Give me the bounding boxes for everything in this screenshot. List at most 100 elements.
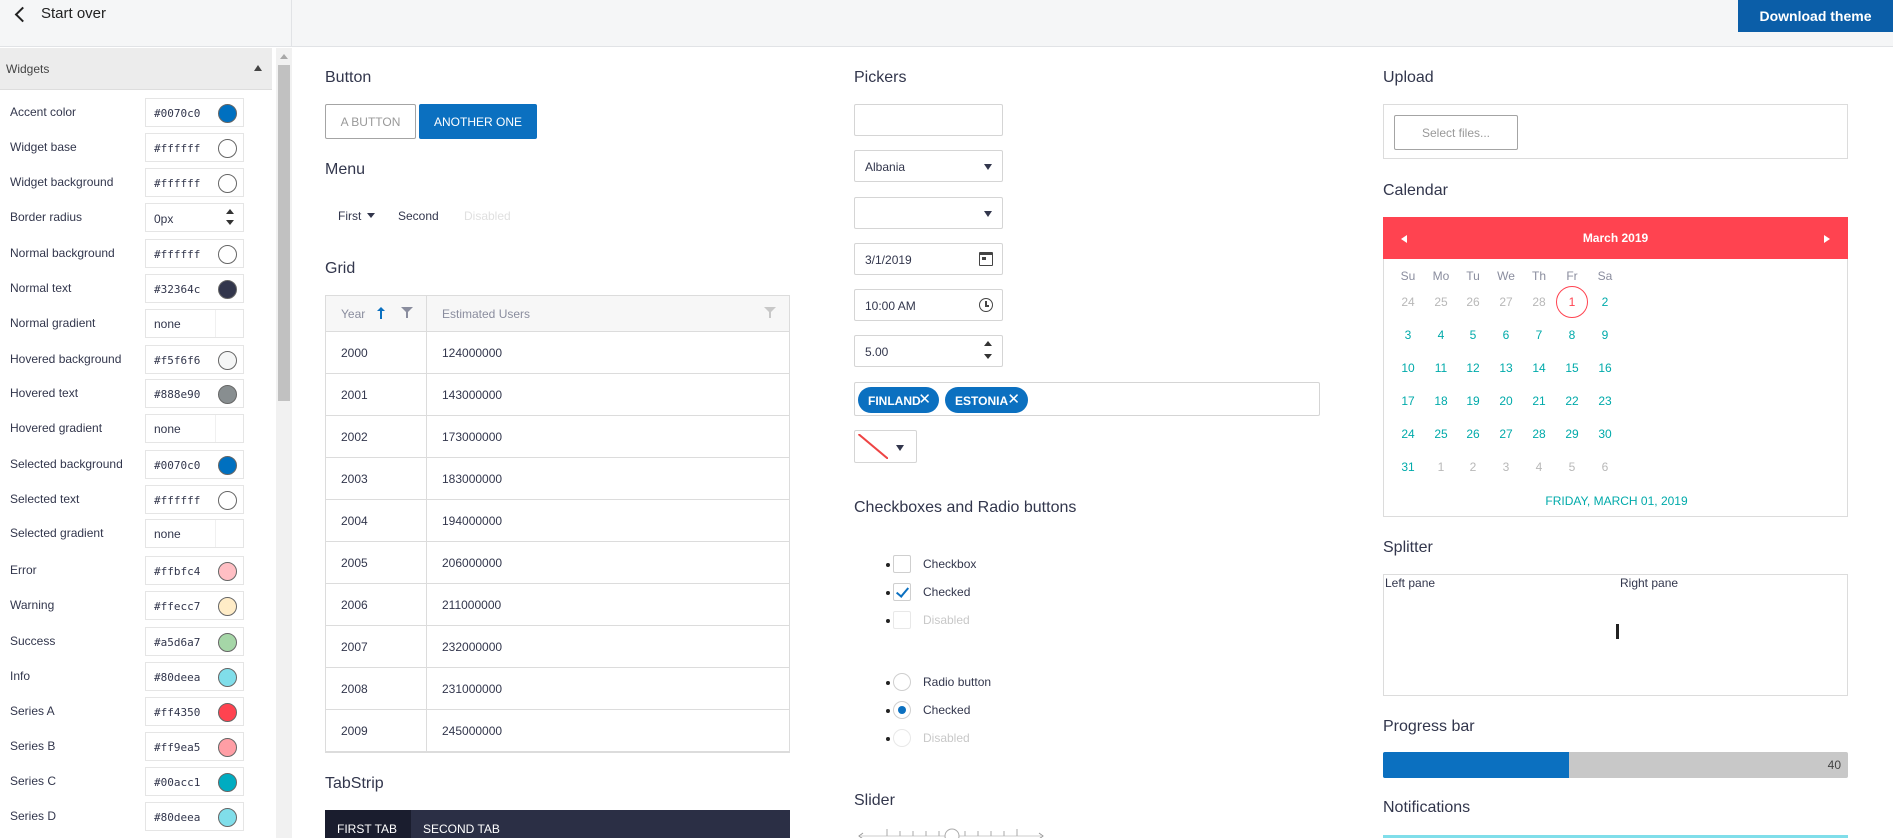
- numeric-textbox[interactable]: 5.00: [854, 335, 1003, 367]
- column-header-year[interactable]: Year: [326, 296, 427, 332]
- remove-tag-icon[interactable]: ✕: [918, 392, 931, 407]
- combobox[interactable]: [854, 197, 1003, 229]
- table-row[interactable]: 2005 206000000: [326, 542, 789, 584]
- spinner-arrows-icon[interactable]: [226, 209, 234, 227]
- property-input[interactable]: #0070c0: [145, 98, 244, 127]
- calendar-day[interactable]: 5: [1556, 451, 1588, 483]
- calendar-day[interactable]: 27: [1490, 418, 1522, 450]
- a-button[interactable]: A button: [325, 104, 416, 139]
- clock-icon[interactable]: [979, 298, 993, 312]
- dropdown-list[interactable]: Albania: [854, 150, 1003, 182]
- widgets-section-header[interactable]: Widgets: [0, 48, 272, 90]
- color-swatch-icon[interactable]: [218, 104, 237, 123]
- color-swatch-icon[interactable]: [218, 773, 237, 792]
- color-swatch-icon[interactable]: [218, 597, 237, 616]
- calendar-day[interactable]: 13: [1490, 352, 1522, 384]
- calendar-icon[interactable]: [979, 252, 993, 266]
- date-picker[interactable]: 3/1/2019: [854, 243, 1003, 275]
- table-row[interactable]: 2000 124000000: [326, 332, 789, 374]
- calendar-day[interactable]: 8: [1556, 319, 1588, 351]
- sidebar-scrollbar[interactable]: [276, 48, 292, 838]
- slider[interactable]: [857, 826, 1045, 838]
- table-row[interactable]: 2006 211000000: [326, 584, 789, 626]
- collapse-triangle-icon[interactable]: [254, 65, 262, 71]
- caret-down-icon[interactable]: [984, 211, 992, 217]
- property-input[interactable]: #888e90: [145, 379, 244, 408]
- color-picker[interactable]: [854, 430, 917, 463]
- calendar-day[interactable]: 24: [1392, 418, 1424, 450]
- filter-icon[interactable]: [401, 307, 413, 319]
- table-row[interactable]: 2003 183000000: [326, 458, 789, 500]
- calendar-day[interactable]: 10: [1392, 352, 1424, 384]
- calendar-day[interactable]: 1: [1425, 451, 1457, 483]
- calendar-day[interactable]: 22: [1556, 385, 1588, 417]
- calendar-day[interactable]: 28: [1523, 418, 1555, 450]
- property-input[interactable]: 0px: [145, 203, 244, 232]
- property-input[interactable]: #ffffff: [145, 485, 244, 514]
- table-row[interactable]: 2007 232000000: [326, 626, 789, 668]
- color-swatch-icon[interactable]: [218, 562, 237, 581]
- color-swatch-icon[interactable]: [218, 633, 237, 652]
- filter-icon[interactable]: [764, 307, 776, 319]
- tab-second[interactable]: Second tab: [411, 810, 521, 838]
- calendar-day[interactable]: 5: [1457, 319, 1489, 351]
- calendar-day[interactable]: 6: [1589, 451, 1621, 483]
- slider-track[interactable]: [857, 826, 1045, 838]
- menu-item-second[interactable]: Second: [398, 209, 439, 223]
- table-row[interactable]: 2009 245000000: [326, 710, 789, 752]
- property-input[interactable]: #a5d6a7: [145, 627, 244, 656]
- property-input[interactable]: #ffffff: [145, 133, 244, 162]
- calendar-day[interactable]: 6: [1490, 319, 1522, 351]
- calendar-day[interactable]: 23: [1589, 385, 1621, 417]
- time-picker[interactable]: 10:00 AM: [854, 289, 1003, 321]
- remove-tag-icon[interactable]: ✕: [1007, 392, 1020, 407]
- table-row[interactable]: 2004 194000000: [326, 500, 789, 542]
- calendar-day[interactable]: 14: [1523, 352, 1555, 384]
- column-header-estimated-users[interactable]: Estimated Users: [427, 296, 789, 332]
- calendar-day[interactable]: 30: [1589, 418, 1621, 450]
- upload-dropzone[interactable]: Select files...: [1383, 104, 1848, 159]
- another-one-button[interactable]: Another one: [419, 104, 537, 139]
- color-swatch-icon[interactable]: [218, 808, 237, 827]
- start-over-button[interactable]: Start over: [0, 0, 292, 47]
- splitter-handle[interactable]: [1616, 624, 1619, 639]
- calendar-day[interactable]: 1: [1556, 286, 1588, 318]
- multiselect[interactable]: Finland ✕ Estonia ✕: [854, 382, 1320, 416]
- property-input[interactable]: #80deea: [145, 662, 244, 691]
- select-files-button[interactable]: Select files...: [1394, 115, 1518, 150]
- table-row[interactable]: 2001 143000000: [326, 374, 789, 416]
- calendar-day[interactable]: 3: [1490, 451, 1522, 483]
- property-input[interactable]: none: [145, 519, 244, 548]
- color-swatch-icon[interactable]: [218, 139, 237, 158]
- calendar-day[interactable]: 26: [1457, 286, 1489, 318]
- calendar-day[interactable]: 24: [1392, 286, 1424, 318]
- radio-checked[interactable]: [893, 701, 911, 719]
- calendar-day[interactable]: 21: [1523, 385, 1555, 417]
- autocomplete-input[interactable]: [854, 104, 1003, 136]
- property-input[interactable]: none: [145, 414, 244, 443]
- calendar-footer-today[interactable]: Friday, March 01, 2019: [1384, 494, 1849, 508]
- calendar-day[interactable]: 28: [1523, 286, 1555, 318]
- calendar-day[interactable]: 16: [1589, 352, 1621, 384]
- color-swatch-icon[interactable]: [218, 280, 237, 299]
- color-swatch-icon[interactable]: [218, 491, 237, 510]
- property-input[interactable]: #f5f6f6: [145, 345, 244, 374]
- property-input[interactable]: none: [145, 309, 244, 338]
- calendar-day[interactable]: 31: [1392, 451, 1424, 483]
- calendar-month-title[interactable]: March 2019: [1383, 231, 1848, 245]
- calendar-day[interactable]: 20: [1490, 385, 1522, 417]
- scrollbar-thumb[interactable]: [278, 65, 290, 401]
- color-swatch-icon[interactable]: [218, 456, 237, 475]
- tab-first[interactable]: First tab: [325, 810, 411, 838]
- color-swatch-icon[interactable]: [218, 245, 237, 264]
- radio-unchecked[interactable]: [893, 673, 911, 691]
- calendar-day[interactable]: 11: [1425, 352, 1457, 384]
- calendar-day[interactable]: 4: [1523, 451, 1555, 483]
- calendar-day[interactable]: 15: [1556, 352, 1588, 384]
- next-month-icon[interactable]: [1824, 235, 1830, 243]
- calendar-day[interactable]: 2: [1457, 451, 1489, 483]
- property-input[interactable]: #0070c0: [145, 450, 244, 479]
- calendar-day[interactable]: 2: [1589, 286, 1621, 318]
- color-swatch-icon[interactable]: [218, 738, 237, 757]
- color-swatch-icon[interactable]: [218, 351, 237, 370]
